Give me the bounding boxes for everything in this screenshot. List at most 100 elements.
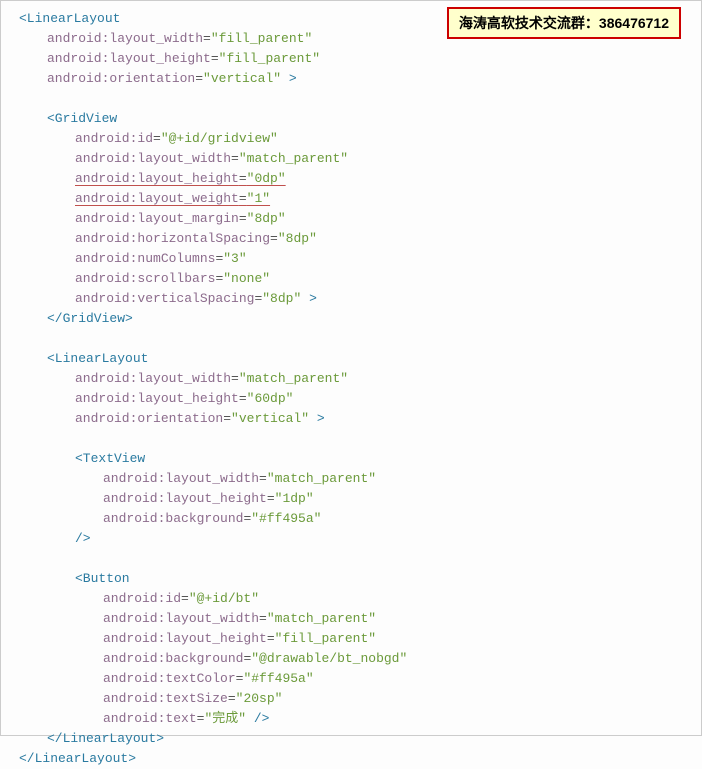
tag-tail: /> bbox=[246, 711, 269, 726]
equals-sign: = bbox=[211, 51, 219, 66]
xml-attribute: android:layout_weight="1" bbox=[19, 189, 701, 209]
attr-value: "8dp" bbox=[247, 211, 286, 226]
open-tag: <TextView bbox=[19, 449, 701, 469]
xml-attribute: android:textSize="20sp" bbox=[19, 689, 701, 709]
attr-name: android:text bbox=[103, 711, 197, 726]
xml-attribute: android:textColor="#ff495a" bbox=[19, 669, 701, 689]
equals-sign: = bbox=[259, 471, 267, 486]
attr-value: "fill_parent" bbox=[275, 631, 376, 646]
xml-attribute: android:layout_height="fill_parent" bbox=[19, 629, 701, 649]
xml-attribute: android:orientation="vertical" > bbox=[19, 409, 701, 429]
xml-attribute: android:numColumns="3" bbox=[19, 249, 701, 269]
tag-text: </LinearLayout> bbox=[19, 751, 136, 766]
xml-attribute: android:orientation="vertical" > bbox=[19, 69, 701, 89]
xml-attribute: android:layout_width="match_parent" bbox=[19, 469, 701, 489]
tag-text: /> bbox=[75, 531, 91, 546]
tag-tail: > bbox=[309, 411, 325, 426]
equals-sign: = bbox=[239, 171, 247, 186]
tag-text: </LinearLayout> bbox=[47, 731, 164, 746]
attr-value: "1" bbox=[247, 191, 270, 206]
xml-attribute: android:layout_height="fill_parent" bbox=[19, 49, 701, 69]
equals-sign: = bbox=[181, 591, 189, 606]
attr-value: "match_parent" bbox=[267, 471, 376, 486]
attr-value: "#ff495a" bbox=[243, 671, 313, 686]
xml-attribute: android:scrollbars="none" bbox=[19, 269, 701, 289]
tag-text: </GridView> bbox=[47, 311, 133, 326]
info-badge: 海涛高软技术交流群：386476712 bbox=[447, 7, 681, 39]
xml-attribute: android:layout_height="1dp" bbox=[19, 489, 701, 509]
xml-attribute: android:layout_margin="8dp" bbox=[19, 209, 701, 229]
attr-name: android:layout_width bbox=[75, 151, 231, 166]
attr-name: android:textSize bbox=[103, 691, 228, 706]
attr-value: "@+id/gridview" bbox=[161, 131, 278, 146]
xml-attribute: android:text="完成" /> bbox=[19, 709, 701, 729]
attr-value: "@drawable/bt_nobgd" bbox=[251, 651, 407, 666]
xml-attribute: android:layout_height="60dp" bbox=[19, 389, 701, 409]
attr-name: android:id bbox=[75, 131, 153, 146]
blank-line bbox=[19, 549, 701, 569]
code-block: <LinearLayout android:layout_width="fill… bbox=[19, 9, 701, 769]
equals-sign: = bbox=[195, 71, 203, 86]
equals-sign: = bbox=[270, 231, 278, 246]
equals-sign: = bbox=[259, 611, 267, 626]
attr-name: android:layout_weight bbox=[75, 191, 239, 206]
attr-name: android:layout_width bbox=[103, 611, 259, 626]
xml-attribute: android:id="@+id/bt" bbox=[19, 589, 701, 609]
tag-tail: > bbox=[281, 71, 297, 86]
attr-name: android:scrollbars bbox=[75, 271, 215, 286]
attr-name: android:layout_margin bbox=[75, 211, 239, 226]
tag-text: <LinearLayout bbox=[47, 351, 148, 366]
attr-value: "@+id/bt" bbox=[189, 591, 259, 606]
xml-attribute: android:background="@drawable/bt_nobgd" bbox=[19, 649, 701, 669]
xml-attribute: android:background="#ff495a" bbox=[19, 509, 701, 529]
attr-value: "#ff495a" bbox=[251, 511, 321, 526]
equals-sign: = bbox=[223, 411, 231, 426]
tag-tail: > bbox=[301, 291, 317, 306]
tag-text: <Button bbox=[75, 571, 130, 586]
attr-value: "match_parent" bbox=[267, 611, 376, 626]
attr-name: android:layout_height bbox=[75, 391, 239, 406]
attr-name: android:layout_height bbox=[75, 171, 239, 186]
attr-name: android:horizontalSpacing bbox=[75, 231, 270, 246]
attr-name: android:orientation bbox=[47, 71, 195, 86]
xml-attribute: android:horizontalSpacing="8dp" bbox=[19, 229, 701, 249]
attr-value: "完成" bbox=[204, 711, 246, 726]
tag-text: <LinearLayout bbox=[19, 11, 120, 26]
equals-sign: = bbox=[228, 691, 236, 706]
attr-value: "20sp" bbox=[236, 691, 283, 706]
equals-sign: = bbox=[239, 391, 247, 406]
close-tag: </LinearLayout> bbox=[19, 749, 701, 769]
close-tag: </LinearLayout> bbox=[19, 729, 701, 749]
blank-line bbox=[19, 89, 701, 109]
equals-sign: = bbox=[267, 491, 275, 506]
self-close: /> bbox=[19, 529, 701, 549]
equals-sign: = bbox=[203, 31, 211, 46]
open-tag: <GridView bbox=[19, 109, 701, 129]
tag-text: <GridView bbox=[47, 111, 117, 126]
attr-name: android:layout_height bbox=[103, 631, 267, 646]
attr-value: "60dp" bbox=[247, 391, 294, 406]
attr-name: android:id bbox=[103, 591, 181, 606]
attr-value: "1dp" bbox=[275, 491, 314, 506]
attr-value: "fill_parent" bbox=[211, 31, 312, 46]
attr-value: "0dp" bbox=[247, 171, 286, 186]
xml-attribute: android:layout_height="0dp" bbox=[19, 169, 701, 189]
attr-name: android:layout_width bbox=[47, 31, 203, 46]
equals-sign: = bbox=[239, 191, 247, 206]
attr-name: android:orientation bbox=[75, 411, 223, 426]
attr-value: "none" bbox=[223, 271, 270, 286]
attr-name: android:verticalSpacing bbox=[75, 291, 254, 306]
attr-value: "match_parent" bbox=[239, 371, 348, 386]
attr-value: "8dp" bbox=[278, 231, 317, 246]
attr-name: android:textColor bbox=[103, 671, 236, 686]
equals-sign: = bbox=[267, 631, 275, 646]
equals-sign: = bbox=[231, 151, 239, 166]
attr-name: android:layout_height bbox=[47, 51, 211, 66]
attr-value: "match_parent" bbox=[239, 151, 348, 166]
attr-value: "fill_parent" bbox=[219, 51, 320, 66]
xml-attribute: android:id="@+id/gridview" bbox=[19, 129, 701, 149]
attr-value: "3" bbox=[223, 251, 246, 266]
attr-value: "vertical" bbox=[203, 71, 281, 86]
xml-attribute: android:layout_width="match_parent" bbox=[19, 369, 701, 389]
equals-sign: = bbox=[239, 211, 247, 226]
